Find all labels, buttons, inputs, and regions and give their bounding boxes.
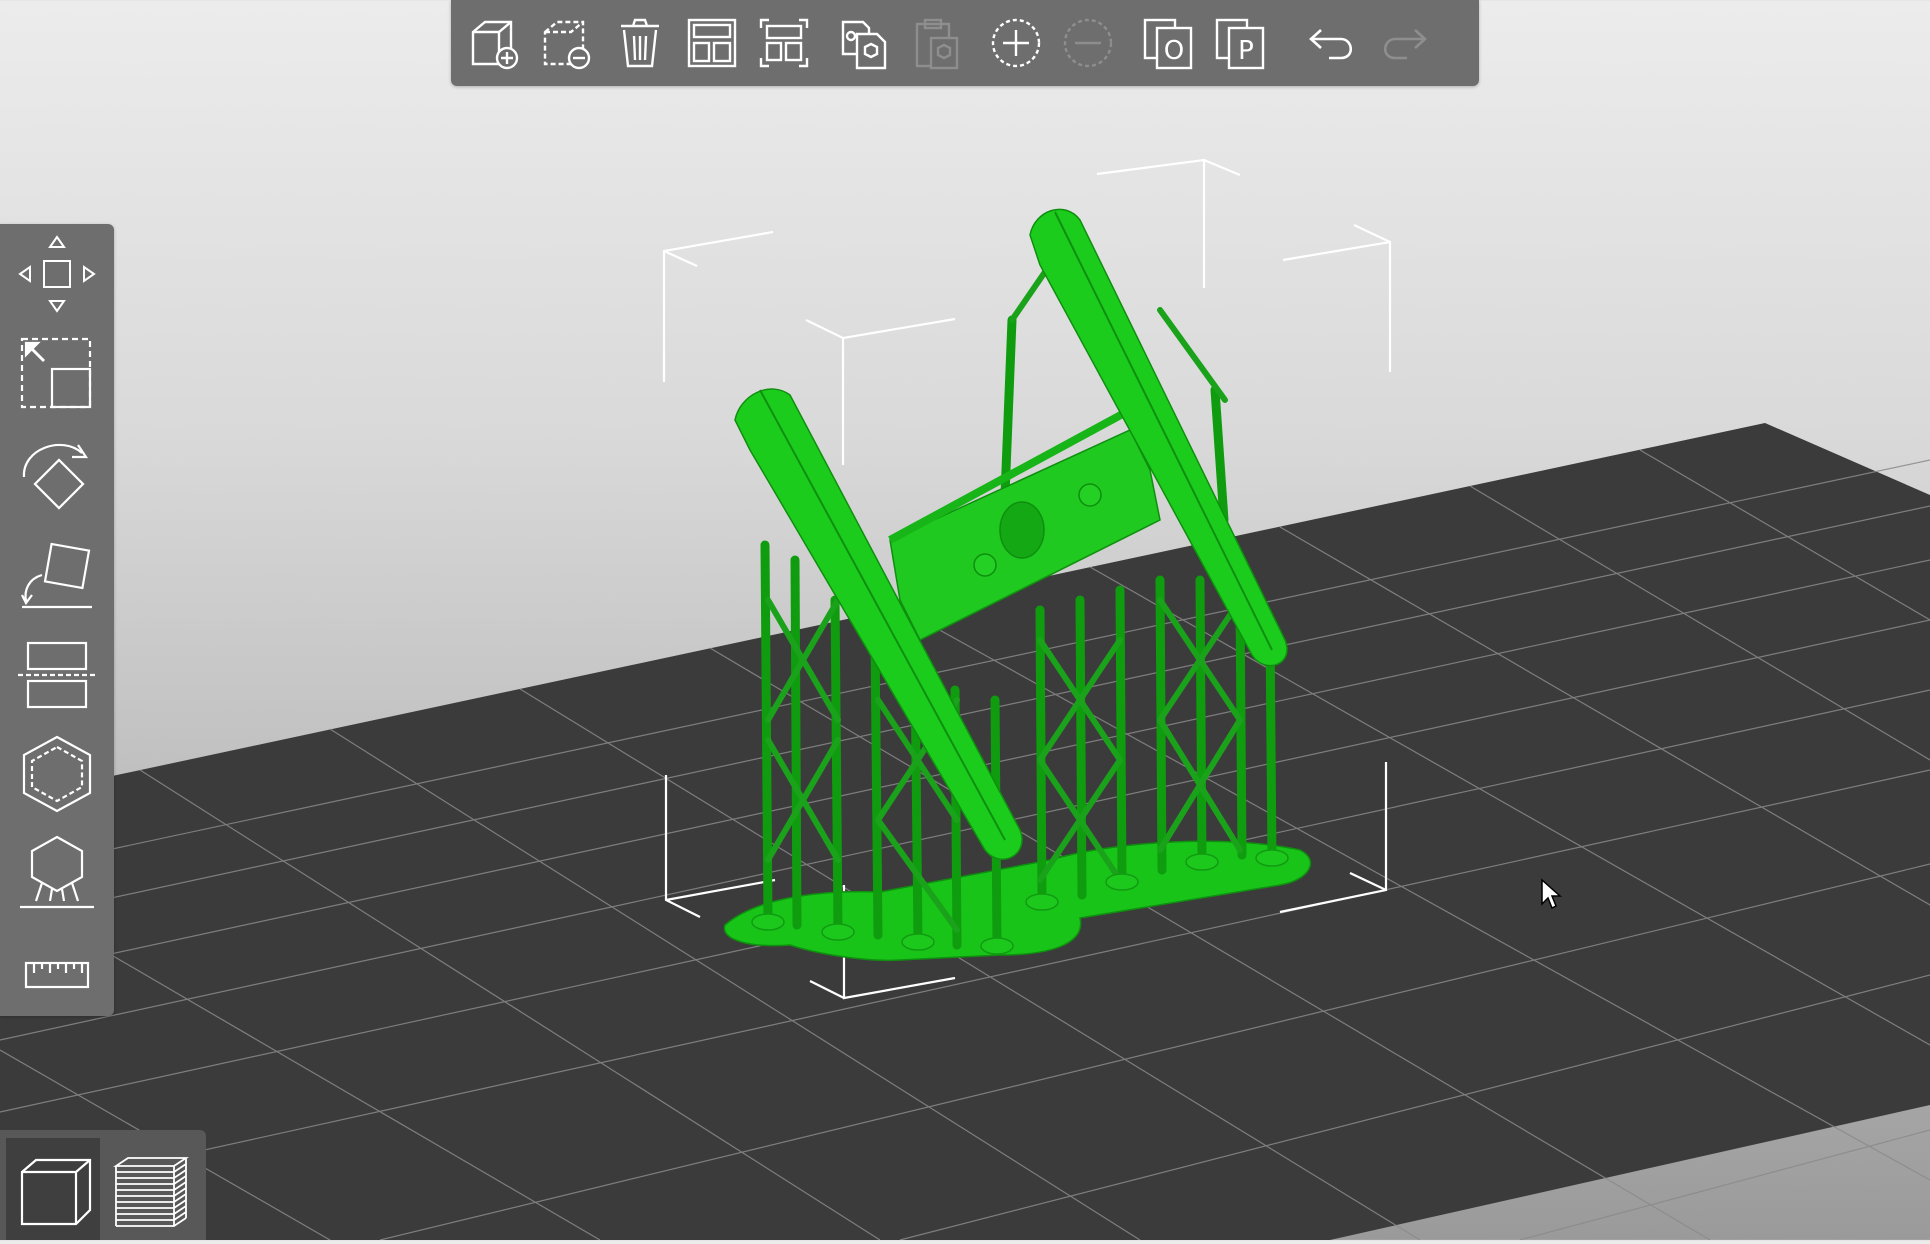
scale-icon[interactable] [12, 329, 102, 419]
rotate-icon[interactable] [12, 429, 102, 519]
place-on-face-icon[interactable] [12, 529, 102, 619]
remove-instance-icon [1057, 12, 1119, 74]
view-toggle-bar [0, 1130, 206, 1240]
add-instance-icon[interactable] [985, 12, 1047, 74]
cut-icon[interactable] [12, 629, 102, 719]
support-points-icon[interactable] [12, 829, 102, 919]
copy-icon[interactable] [833, 12, 895, 74]
3d-viewport[interactable] [0, 0, 1930, 1241]
move-icon[interactable] [12, 229, 102, 319]
3d-view-icon[interactable] [6, 1138, 100, 1240]
hollow-icon[interactable] [12, 729, 102, 819]
top-toolbar: O P [451, 0, 1479, 86]
split-to-parts-icon[interactable]: P [1209, 12, 1271, 74]
scene [0, 158, 1930, 1241]
arrange-selection-icon[interactable] [753, 12, 815, 74]
split-objects-letter: O [1164, 36, 1184, 66]
redo-icon [1373, 12, 1435, 74]
split-parts-letter: P [1238, 36, 1254, 66]
undo-icon[interactable] [1301, 12, 1363, 74]
mouse-cursor-icon [1541, 878, 1562, 910]
paste-icon [905, 12, 967, 74]
delete-object-icon[interactable] [537, 12, 599, 74]
preview-layers-icon[interactable] [104, 1138, 198, 1240]
add-object-icon[interactable] [465, 12, 527, 74]
delete-all-icon[interactable] [609, 12, 671, 74]
arrange-icon[interactable] [681, 12, 743, 74]
left-toolbar [0, 224, 114, 1016]
measure-icon[interactable] [12, 929, 102, 1019]
split-to-objects-icon[interactable]: O [1137, 12, 1199, 74]
